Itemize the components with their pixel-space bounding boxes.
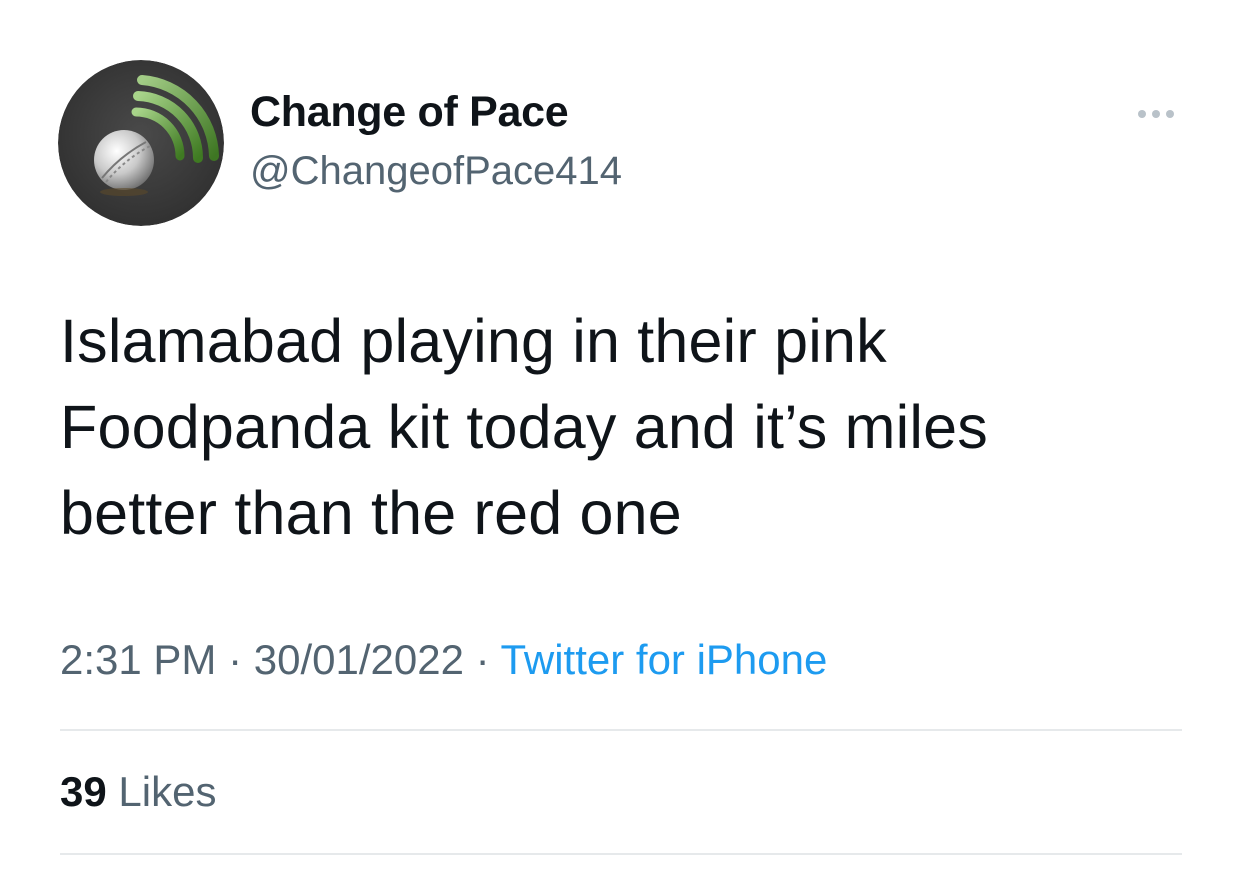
divider [60, 853, 1182, 855]
tweet-metadata: 2:31 PM · 30/01/2022 · Twitter for iPhon… [60, 636, 827, 684]
tweet-text: Islamabad playing in their pink Foodpand… [60, 298, 1170, 556]
tweet-text-line: better than the red one [60, 479, 682, 547]
cricket-ball-signal-icon [58, 60, 224, 226]
more-options-icon [1152, 110, 1160, 118]
tweet-time[interactable]: 2:31 PM [60, 636, 216, 683]
likes-count: 39 [60, 768, 107, 815]
likes-label: Likes [118, 768, 217, 815]
tweet-text-line: Foodpanda kit today and it’s miles [60, 393, 988, 461]
divider [60, 729, 1182, 731]
tweet-date[interactable]: 30/01/2022 [254, 636, 464, 683]
tweet-source-link[interactable]: Twitter for iPhone [501, 636, 828, 683]
meta-separator: · [463, 636, 501, 683]
more-options-icon [1138, 110, 1146, 118]
likes-link[interactable]: 39 Likes [60, 768, 216, 816]
more-options-icon [1166, 110, 1174, 118]
meta-separator: · [216, 636, 254, 683]
avatar[interactable] [58, 60, 224, 226]
display-name[interactable]: Change of Pace [250, 88, 569, 137]
more-options-button[interactable] [1128, 100, 1184, 128]
user-handle[interactable]: @ChangeofPace414 [250, 149, 622, 194]
tweet-text-line: Islamabad playing in their pink [60, 307, 887, 375]
